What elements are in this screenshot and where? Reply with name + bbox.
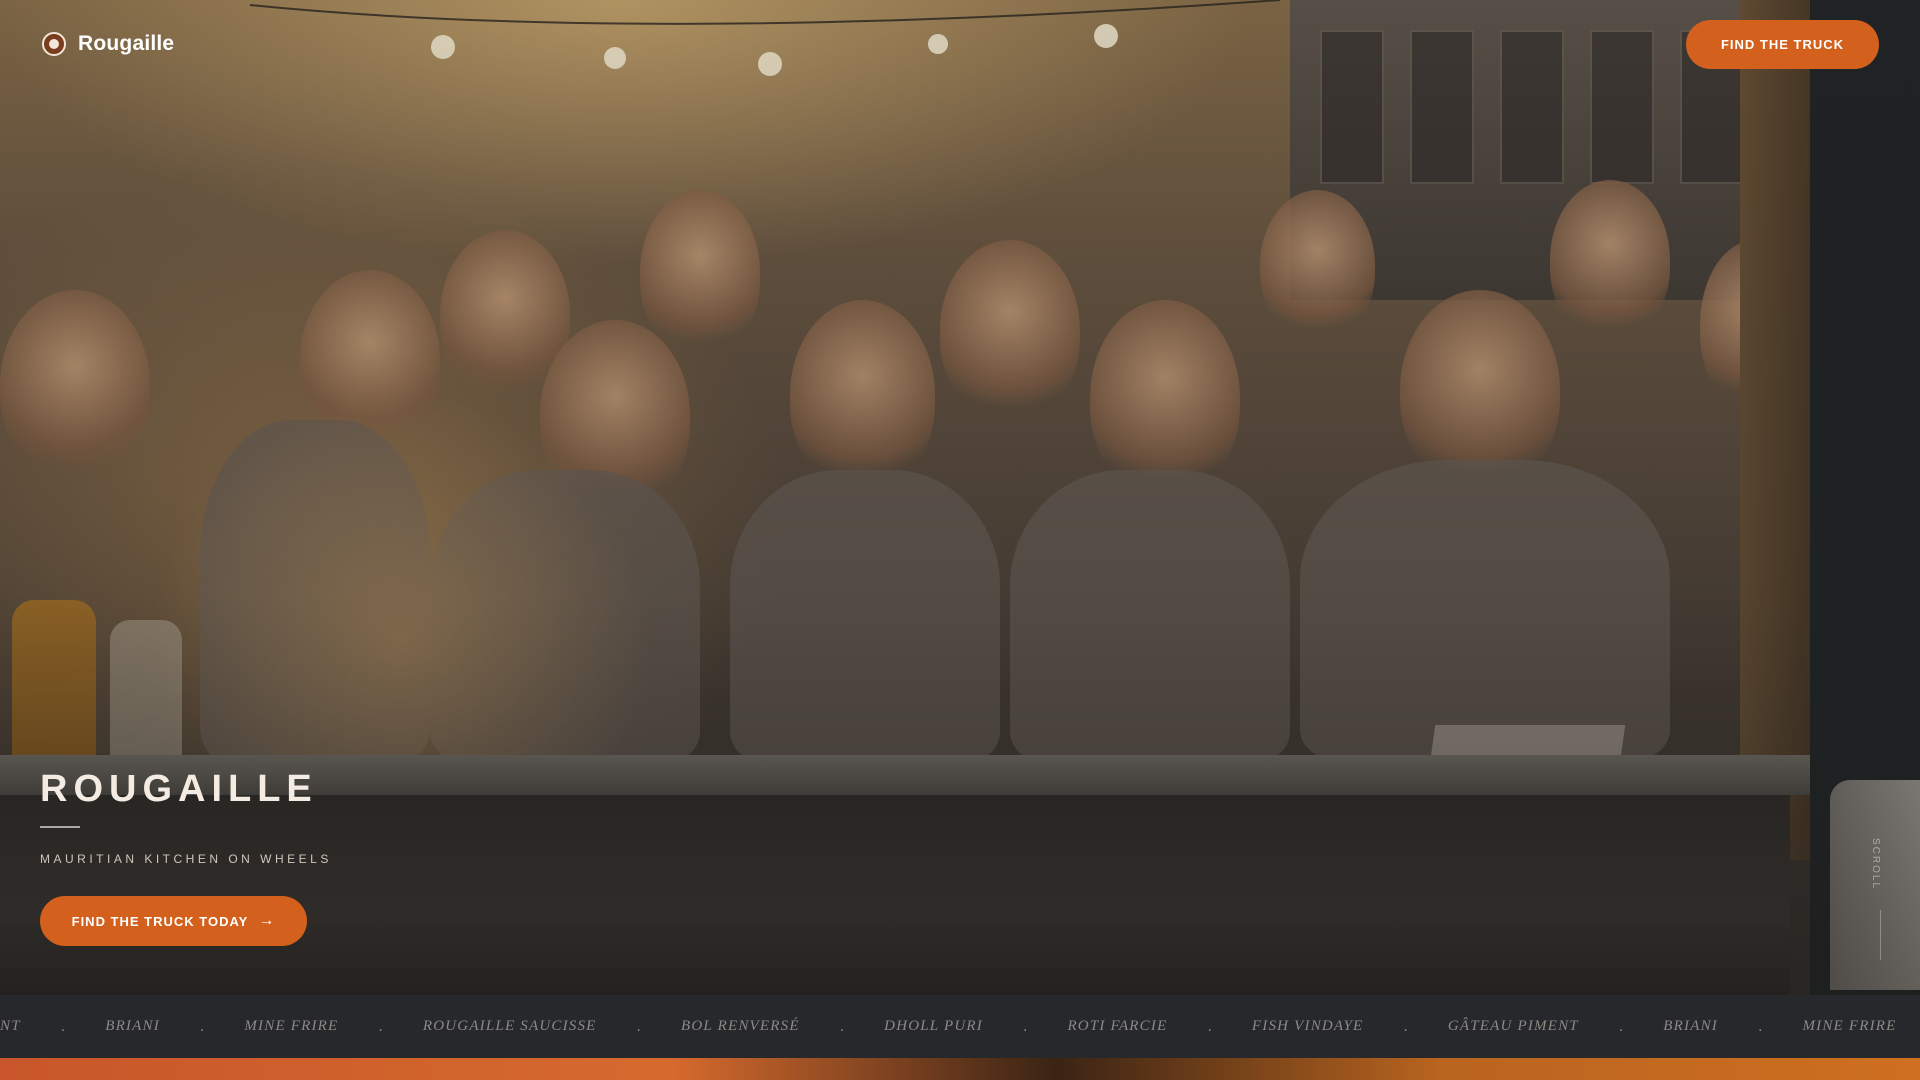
menu-marquee: NT . BRIANI . MINE FRIRE . ROUGAILLE SAU… [0,995,1920,1058]
marquee-item: MINE FRIRE [244,1018,339,1034]
scroll-line [1880,910,1881,960]
arrow-right-icon: → [258,912,276,929]
marquee-item: ROUGAILLE SAUCISSE [422,1018,597,1034]
marquee-item: NT [0,1018,21,1034]
hero-overlay [0,0,1920,995]
hero-background [0,0,1920,995]
marquee-item: BOL RENVERSÉ [681,1018,800,1034]
hero-cta-label: FIND THE TRUCK TODAY [71,913,249,929]
hero-title: ROUGAILLE [40,768,318,810]
marquee-item: MINE FRIRE [1802,1018,1897,1034]
marquee-item: BRIANI [105,1018,160,1034]
marquee-item: FISH VINDAYE [1251,1018,1364,1034]
hero-subtitle: MAURITIAN KITCHEN ON WHEELS [40,852,332,866]
marquee-track: NT . BRIANI . MINE FRIRE . ROUGAILLE SAU… [0,995,1920,1058]
find-truck-nav-button[interactable]: FIND THE TRUCK [1686,20,1879,69]
brand-name: Rougaille [78,32,175,55]
brand-logo-link[interactable]: Rougaille [42,32,174,56]
scroll-label: SCROLL [1870,838,1881,891]
next-section-preview [0,1058,1920,1080]
marquee-item: ROTI FARCIE [1067,1018,1168,1034]
scroll-indicator[interactable]: SCROLL [1870,838,1890,963]
marquee-item: GÂTEAU PIMENT [1447,1018,1579,1034]
find-truck-today-button[interactable]: FIND THE TRUCK TODAY → [40,896,307,946]
marquee-item: BRIANI [1663,1018,1718,1034]
title-divider [40,826,80,828]
marquee-item: DHOLL PURI [884,1018,983,1034]
sun-logo-icon [42,32,66,56]
